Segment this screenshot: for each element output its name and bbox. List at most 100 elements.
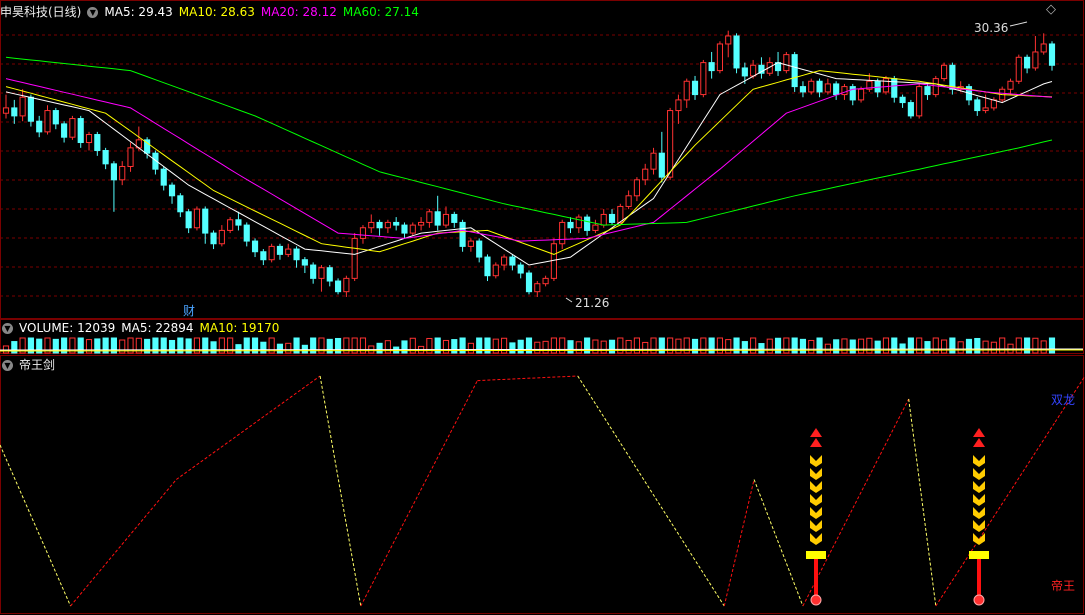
candle-body	[1048, 43, 1056, 66]
candle-body	[177, 195, 184, 213]
volume-bar	[982, 340, 989, 354]
sword-blade-segment	[810, 507, 822, 519]
volume-bar	[866, 337, 873, 354]
candle-body	[343, 277, 350, 293]
volume-bar	[1024, 337, 1031, 354]
candle-body	[492, 264, 499, 277]
volume-bar	[857, 338, 865, 354]
sword-pommel	[973, 594, 985, 606]
candle-body	[102, 150, 109, 165]
volume-bar	[924, 341, 931, 354]
low-price-label: 21.26	[575, 296, 610, 310]
sword-blade-segment	[973, 455, 985, 467]
sword-blade-segment	[973, 533, 985, 545]
candle-body	[941, 64, 948, 80]
indicator-title: 帝王剑	[19, 358, 56, 372]
volume-bar	[691, 338, 699, 354]
candle-body	[127, 147, 134, 167]
candle-body	[276, 245, 284, 255]
candle-body	[110, 163, 117, 181]
volume-bar	[401, 340, 408, 354]
volume-label: VOLUME: 12039	[19, 321, 116, 335]
candle-body	[1007, 80, 1014, 90]
candle-body	[426, 211, 433, 223]
candle-body	[833, 83, 840, 96]
candle-body	[384, 221, 391, 229]
volume-bar	[916, 337, 923, 354]
volume-bar	[882, 337, 890, 354]
volume-bar	[799, 338, 807, 354]
candle-body	[44, 110, 51, 133]
candle-body	[243, 224, 250, 242]
candle-body	[750, 64, 757, 77]
candle-body	[85, 134, 93, 144]
indicator-header: ▼ 帝王剑	[0, 357, 61, 373]
sword-blade-segment	[810, 455, 822, 467]
candle-body	[401, 224, 408, 234]
candle-body	[600, 213, 607, 226]
volume-bar	[210, 341, 217, 354]
candle-body	[567, 221, 574, 229]
volume-header: ▼ VOLUME: 12039 MA5: 22894 MA10: 19170	[0, 320, 285, 336]
candle-body	[916, 86, 923, 117]
candle-body	[849, 86, 856, 101]
sword-blade-segment	[810, 481, 822, 493]
candle-body	[501, 256, 508, 266]
signal-line	[176, 375, 321, 480]
candle-body	[334, 280, 342, 293]
diamond-icon[interactable]: ◇	[1046, 2, 1056, 17]
volume-bar	[608, 339, 616, 354]
side-label-top: 双龙	[1051, 393, 1076, 407]
candle-body	[559, 221, 566, 245]
candle-body	[949, 64, 956, 90]
sword-tip-arrow	[810, 438, 822, 447]
volume-bar	[600, 340, 607, 354]
volume-bar	[467, 342, 474, 354]
candle-body	[534, 283, 541, 293]
candle-body	[11, 107, 18, 117]
candle-body	[799, 86, 807, 93]
candle-body	[52, 110, 59, 125]
side-label-bottom: 帝王	[1051, 579, 1076, 593]
candle-body	[874, 80, 881, 93]
chevron-down-icon[interactable]: ▼	[2, 323, 13, 334]
candle-body	[301, 259, 308, 266]
volume-bar	[725, 339, 732, 354]
sword-blade-segment	[810, 494, 822, 506]
sword-blade-segment	[973, 481, 985, 493]
sword-blade-segment	[810, 520, 822, 532]
candle-body	[882, 78, 890, 93]
candle-body	[69, 118, 76, 138]
candle-body	[293, 248, 300, 261]
volume-bar	[542, 340, 549, 354]
candle-body	[368, 221, 375, 229]
candle-body	[451, 213, 458, 223]
candle-body	[227, 219, 234, 231]
ma5-label: MA5: 29.43	[104, 5, 173, 19]
low-arrow	[565, 297, 573, 303]
volume-bar	[824, 343, 831, 354]
candle-body	[326, 267, 333, 282]
volume-bar	[285, 342, 292, 354]
finance-marker[interactable]: 财	[183, 302, 195, 319]
sword-tip-arrow	[973, 428, 985, 437]
sword-blade-segment	[973, 507, 985, 519]
chevron-down-icon[interactable]: ▼	[87, 7, 99, 18]
signal-line	[0, 444, 71, 607]
candle-body	[27, 96, 34, 122]
candle-body	[700, 62, 707, 96]
chevron-down-icon[interactable]: ▼	[2, 360, 13, 371]
stock-title: 申昊科技(日线)	[0, 5, 82, 19]
candle-body	[318, 267, 325, 279]
sword-tip-arrow	[810, 428, 822, 437]
volume-bar	[235, 344, 242, 354]
volume-bar	[941, 339, 948, 354]
volume-bar	[833, 339, 840, 354]
volume-bar	[592, 339, 599, 354]
candle-body	[907, 102, 914, 117]
candle-body	[575, 216, 582, 229]
volume-bar	[642, 341, 649, 354]
signal-line	[477, 375, 578, 382]
candle-body	[584, 216, 591, 231]
candle-body	[642, 168, 649, 181]
